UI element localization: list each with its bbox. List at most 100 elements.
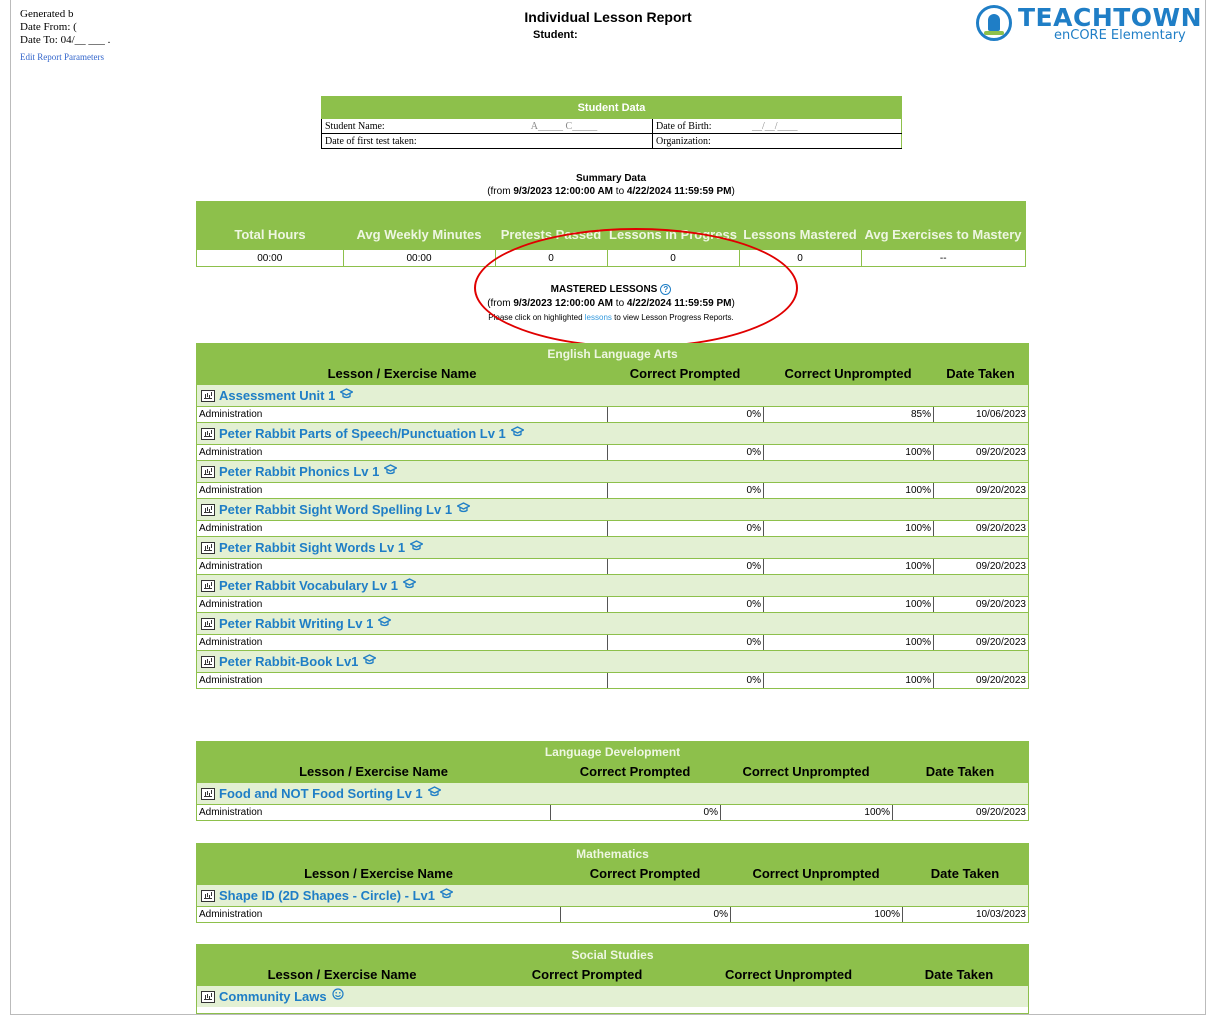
table-row: Administration 0% 100% 09/20/2023 bbox=[197, 672, 1028, 688]
val-lessons-mastered: 0 bbox=[738, 249, 861, 267]
lesson-row: Shape ID (2D Shapes - Circle) - Lv1 bbox=[197, 884, 1028, 906]
col-total-hours: Total Hours bbox=[196, 201, 343, 250]
progress-chart-icon[interactable] bbox=[201, 389, 215, 402]
organization-value bbox=[749, 133, 902, 149]
graduation-cap-icon bbox=[456, 499, 472, 520]
graduation-cap-icon bbox=[409, 537, 425, 558]
lesson-row: Peter Rabbit Writing Lv 1 bbox=[197, 612, 1028, 634]
graduation-cap-icon bbox=[509, 423, 525, 444]
cell-correct-unprompted: 100% bbox=[763, 559, 933, 574]
cell-exercise: Administration bbox=[199, 807, 263, 818]
lesson-link[interactable]: Peter Rabbit Parts of Speech/Punctuation… bbox=[219, 423, 506, 444]
lesson-link[interactable]: Community Laws bbox=[219, 986, 327, 1007]
col-lessons-in-progress: Lessons in Progress bbox=[607, 201, 739, 250]
cell-correct-prompted: 0% bbox=[607, 483, 763, 498]
cell-correct-prompted: 0% bbox=[607, 673, 763, 688]
cell-exercise: Administration bbox=[199, 637, 263, 648]
section-title: Mathematics bbox=[197, 844, 1028, 864]
lesson-link[interactable]: Peter Rabbit Sight Word Spelling Lv 1 bbox=[219, 499, 452, 520]
lesson-link[interactable]: Peter Rabbit-Book Lv1 bbox=[219, 651, 358, 672]
cell-exercise: Administration bbox=[199, 909, 263, 920]
table-row: Administration 0% 100% 09/20/2023 bbox=[197, 520, 1028, 536]
mastered-range: (from 9/3/2023 12:00:00 AM to 4/22/2024 … bbox=[487, 298, 735, 309]
col-date-taken: Date Taken bbox=[930, 866, 1000, 881]
cell-exercise: Administration bbox=[199, 523, 263, 534]
graduation-cap-icon bbox=[426, 783, 442, 804]
table-row: Administration 0% 100% 09/20/2023 bbox=[197, 558, 1028, 574]
teachtown-logo: TEACHTOWN enCORE Elementary bbox=[976, 3, 1204, 47]
progress-chart-icon[interactable] bbox=[201, 503, 215, 516]
table-row: Administration 0% 100% 09/20/2023 bbox=[197, 804, 1028, 820]
cell-date-taken: 09/20/2023 bbox=[933, 445, 1028, 460]
lesson-row: Food and NOT Food Sorting Lv 1 bbox=[197, 782, 1028, 804]
student-label: Student: bbox=[533, 29, 578, 41]
val-avg-exercises: -- bbox=[860, 249, 1026, 267]
column-headers: Lesson / Exercise Name Correct Prompted Co… bbox=[197, 965, 1028, 985]
table-row: Administration 0% 100% 09/20/2023 bbox=[197, 596, 1028, 612]
cell-correct-unprompted: 100% bbox=[763, 445, 933, 460]
lesson-row: Peter Rabbit Parts of Speech/Punctuation… bbox=[197, 422, 1028, 444]
cell-exercise: Administration bbox=[199, 675, 263, 686]
progress-chart-icon[interactable] bbox=[201, 427, 215, 440]
val-lessons-in-progress: 0 bbox=[606, 249, 739, 267]
val-pretests-passed: 0 bbox=[494, 249, 607, 267]
graduation-cap-icon bbox=[439, 885, 454, 906]
lesson-row: Peter Rabbit Sight Words Lv 1 bbox=[197, 536, 1028, 558]
progress-chart-icon[interactable] bbox=[201, 990, 215, 1003]
table-row: Administration 0% 100% 09/20/2023 bbox=[197, 634, 1028, 650]
smiley-icon bbox=[332, 986, 344, 1007]
summary-title: Summary Data bbox=[575, 173, 647, 184]
cell-correct-prompted: 0% bbox=[607, 445, 763, 460]
cell-exercise: Administration bbox=[199, 485, 263, 496]
lesson-link[interactable]: Peter Rabbit Writing Lv 1 bbox=[219, 613, 373, 634]
lesson-row: Assessment Unit 1 bbox=[197, 384, 1028, 406]
section-title: Language Development bbox=[197, 742, 1028, 762]
col-correct-unprompted: Correct Unprompted bbox=[742, 764, 870, 779]
col-avg-exercises: Avg Exercises to Mastery bbox=[861, 201, 1026, 250]
col-date-taken: Date Taken bbox=[946, 366, 1015, 381]
student-name-value: A_____ C_____ bbox=[476, 119, 653, 134]
section-english-language-arts: English Language Arts Lesson / Exercise N… bbox=[196, 343, 1029, 689]
cell-date-taken: 10/03/2023 bbox=[902, 907, 1028, 922]
lesson-link[interactable]: Peter Rabbit Vocabulary Lv 1 bbox=[219, 575, 398, 596]
first-test-value bbox=[476, 133, 653, 149]
cell-correct-prompted: 0% bbox=[607, 635, 763, 650]
cell-exercise: Administration bbox=[199, 561, 263, 572]
progress-chart-icon[interactable] bbox=[201, 465, 215, 478]
col-lessons-mastered: Lessons Mastered bbox=[739, 201, 861, 250]
cell-correct-prompted: 0% bbox=[550, 805, 720, 820]
cell-date-taken: 09/20/2023 bbox=[933, 635, 1028, 650]
lesson-row: Peter Rabbit Phonics Lv 1 bbox=[197, 460, 1028, 482]
dob-value: __/__/____ bbox=[749, 119, 902, 134]
col-correct-unprompted: Correct Unprompted bbox=[724, 967, 853, 982]
cell-date-taken: 09/20/2023 bbox=[933, 559, 1028, 574]
cell-correct-unprompted: 100% bbox=[763, 597, 933, 612]
logo-subtitle: enCORE Elementary bbox=[1054, 28, 1186, 43]
cell-date-taken: 09/20/2023 bbox=[892, 805, 1028, 820]
progress-chart-icon[interactable] bbox=[201, 655, 215, 668]
cell-correct-unprompted: 85% bbox=[763, 407, 933, 422]
progress-chart-icon[interactable] bbox=[201, 787, 215, 800]
organization-label: Organization: bbox=[652, 133, 749, 149]
cell-correct-unprompted: 100% bbox=[763, 521, 933, 536]
progress-chart-icon[interactable] bbox=[201, 579, 215, 592]
edit-report-parameters-link[interactable]: Edit Report Parameters bbox=[20, 51, 110, 64]
progress-chart-icon[interactable] bbox=[201, 889, 215, 902]
lesson-link[interactable]: Food and NOT Food Sorting Lv 1 bbox=[219, 783, 423, 804]
col-lesson-name: Lesson / Exercise Name bbox=[304, 866, 453, 881]
lesson-row: Peter Rabbit-Book Lv1 bbox=[197, 650, 1028, 672]
lesson-link[interactable]: Assessment Unit 1 bbox=[219, 385, 335, 406]
progress-chart-icon[interactable] bbox=[201, 617, 215, 630]
cell-correct-prompted: 0% bbox=[607, 407, 763, 422]
lesson-link[interactable]: Peter Rabbit Sight Words Lv 1 bbox=[219, 537, 405, 558]
mastered-heading: MASTERED LESSONS? (from 9/3/2023 12:00:0… bbox=[0, 283, 1216, 325]
summary-range: (from 9/3/2023 12:00:00 AM to 4/22/2024 … bbox=[487, 186, 735, 197]
student-data-table: Student Data Student Name: A_____ C_____… bbox=[321, 96, 902, 149]
col-correct-unprompted: Correct Unprompted bbox=[752, 866, 880, 881]
help-icon[interactable]: ? bbox=[660, 283, 672, 295]
student-data-title: Student Data bbox=[321, 96, 902, 119]
lesson-link[interactable]: Shape ID (2D Shapes - Circle) - Lv1 bbox=[219, 885, 435, 906]
lesson-link[interactable]: Peter Rabbit Phonics Lv 1 bbox=[219, 461, 379, 482]
col-date-taken: Date Taken bbox=[924, 967, 994, 982]
progress-chart-icon[interactable] bbox=[201, 541, 215, 554]
